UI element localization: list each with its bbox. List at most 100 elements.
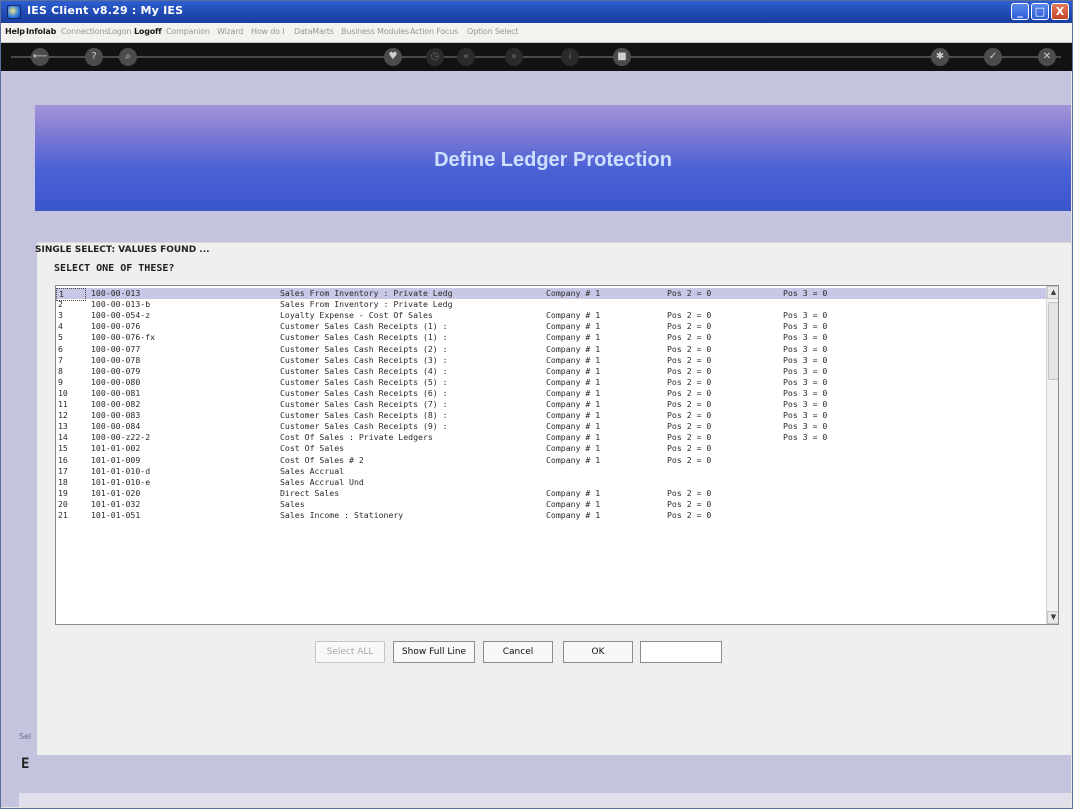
row-company: Company # 1 — [546, 310, 601, 321]
row-pos2: Pos 2 = 0 — [667, 421, 712, 432]
row-company: Company # 1 — [546, 387, 601, 398]
row-pos3: Pos 3 = 0 — [783, 376, 828, 387]
select-all-button[interactable]: Select ALL — [315, 641, 385, 663]
menu-wizard[interactable]: Wizard — [217, 27, 243, 36]
row-pos3: Pos 3 = 0 — [783, 399, 828, 409]
list-scrollbar[interactable]: ▲ ▼ — [1046, 286, 1058, 624]
menu-companion[interactable]: Companion — [166, 27, 210, 36]
row-code: 100-00-078 — [91, 354, 141, 365]
values-list[interactable]: 1 100-00-013 Sales From Inventory : Privat… — [55, 285, 1059, 625]
row-code: 101-01-010-d — [91, 465, 151, 476]
stop-icon[interactable]: ■ — [613, 48, 631, 66]
close-icon[interactable]: ✕ — [1038, 48, 1056, 66]
row-code: 101-01-010-e — [91, 476, 151, 487]
row-desc: Sales Income : Stationery — [280, 510, 404, 520]
row-desc: Customer Sales Cash Receipts (3) : — [280, 354, 448, 365]
menu-business-modules[interactable]: Business Modules — [341, 27, 409, 36]
list-row[interactable]: 14 100-00-z22-2 Cost Of Sales : Private Le… — [56, 432, 1046, 443]
row-desc: Sales From Inventory : Private Ledg — [280, 299, 453, 310]
row-company: Company # 1 — [546, 399, 601, 409]
list-row[interactable]: 10 100-00-081 Customer Sales Cash Receipts… — [56, 388, 1046, 399]
heart-icon[interactable]: ♥ — [384, 48, 402, 66]
row-desc: Sales — [280, 498, 305, 509]
row-pos2: Pos 2 = 0 — [667, 510, 712, 520]
window-title: IES Client v8.29 : My IES — [27, 4, 184, 17]
row-num: 12 — [58, 410, 68, 421]
list-row[interactable]: 8 100-00-079 Customer Sales Cash Receipts … — [56, 366, 1046, 377]
list-row[interactable]: 20 101-01-032 Sales Company # 1 Pos 2 = 0 — [56, 499, 1046, 510]
settings-icon[interactable]: ✱ — [931, 48, 949, 66]
back-arrow-icon[interactable]: ⟵ — [31, 48, 49, 66]
list-row[interactable]: 21 101-01-051 Sales Income : Stationery Com… — [56, 510, 1046, 521]
filter-input[interactable] — [640, 641, 722, 663]
list-row[interactable]: 5 100-00-076-fx Customer Sales Cash Receip… — [56, 332, 1046, 343]
menu-logon[interactable]: Logon — [108, 27, 131, 36]
row-company: Company # 1 — [546, 487, 601, 498]
check-icon[interactable]: ✓ — [984, 48, 1002, 66]
menu-action-focus[interactable]: Action Focus — [410, 27, 458, 36]
ok-button[interactable]: OK — [563, 641, 633, 663]
row-num: 9 — [58, 376, 63, 387]
help-icon[interactable]: ? — [85, 48, 103, 66]
row-desc: Cost Of Sales — [280, 443, 345, 454]
row-num: 8 — [58, 365, 63, 376]
row-num: 17 — [58, 465, 68, 476]
search-icon[interactable]: ⌕ — [119, 48, 137, 66]
menu-how-do-i[interactable]: How do I — [251, 27, 284, 36]
row-code: 100-00-079 — [91, 365, 141, 376]
scroll-down-button[interactable]: ▼ — [1047, 611, 1058, 624]
list-row[interactable]: 19 101-01-020 Direct Sales Company # 1 Pos 2… — [56, 488, 1046, 499]
show-full-line-button[interactable]: Show Full Line — [393, 641, 475, 663]
list-row[interactable]: 4 100-00-076 Customer Sales Cash Receipts … — [56, 321, 1046, 332]
list-row[interactable]: 11 100-00-082 Customer Sales Cash Receipts… — [56, 399, 1046, 410]
row-num: 20 — [58, 498, 68, 509]
info-icon[interactable]: i — [561, 48, 579, 66]
list-row[interactable]: 2 100-00-013-b Sales From Inventory : Priv… — [56, 299, 1046, 310]
list-row[interactable]: 7 100-00-078 Customer Sales Cash Receipts … — [56, 355, 1046, 366]
row-pos2: Pos 2 = 0 — [667, 354, 712, 365]
row-company: Company # 1 — [546, 332, 601, 343]
row-company: Company # 1 — [546, 343, 601, 354]
menu-infolab[interactable]: Infolab — [26, 27, 56, 36]
row-code: 100-00-083 — [91, 410, 141, 421]
list-row[interactable]: 3 100-00-054-z Loyalty Expense - Cost Of S… — [56, 310, 1046, 321]
menu-datamarts[interactable]: DataMarts — [294, 27, 334, 36]
row-desc: Cost Of Sales # 2 — [280, 454, 364, 465]
row-desc: Customer Sales Cash Receipts (1) : — [280, 321, 448, 332]
row-pos2: Pos 2 = 0 — [667, 410, 712, 421]
row-company: Company # 1 — [546, 421, 601, 432]
list-row[interactable]: 15 101-01-002 Cost Of Sales Company # 1 Pos … — [56, 443, 1046, 454]
row-code: 101-01-051 — [91, 510, 141, 520]
row-desc: Customer Sales Cash Receipts (9) : — [280, 421, 448, 432]
row-num: 10 — [58, 387, 68, 398]
list-row[interactable]: 13 100-00-084 Customer Sales Cash Receipts… — [56, 421, 1046, 432]
list-row[interactable]: 17 101-01-010-d Sales Accrual — [56, 466, 1046, 477]
maximize-button[interactable]: □ — [1031, 3, 1049, 20]
row-num: 13 — [58, 421, 68, 432]
menu-option-select[interactable]: Option Select — [467, 27, 519, 36]
clock-icon[interactable]: ◷ — [426, 48, 444, 66]
row-code: 100-00-082 — [91, 399, 141, 409]
cancel-button[interactable]: Cancel — [483, 641, 553, 663]
menu-logoff[interactable]: Logoff — [134, 27, 162, 36]
row-num: 14 — [58, 432, 68, 443]
row-pos3: Pos 3 = 0 — [783, 387, 828, 398]
scroll-thumb[interactable] — [1048, 302, 1058, 380]
list-row[interactable]: 18 101-01-010-e Sales Accrual Und — [56, 477, 1046, 488]
menu-help[interactable]: Help — [5, 27, 25, 36]
section-label: Sel — [19, 732, 32, 741]
minimize-button[interactable]: _ — [1011, 3, 1029, 20]
list-row[interactable]: 6 100-00-077 Customer Sales Cash Receipts … — [56, 344, 1046, 355]
forward-icon[interactable]: » — [505, 48, 523, 66]
scroll-up-button[interactable]: ▲ — [1047, 286, 1058, 299]
row-desc: Customer Sales Cash Receipts (6) : — [280, 387, 448, 398]
list-row[interactable]: 9 100-00-080 Customer Sales Cash Receipts … — [56, 377, 1046, 388]
close-window-button[interactable]: X — [1051, 3, 1069, 20]
row-code: 100-00-084 — [91, 421, 141, 432]
rewind-icon[interactable]: « — [457, 48, 475, 66]
menu-connections[interactable]: Connections — [61, 27, 108, 36]
list-row[interactable]: 16 101-01-009 Cost Of Sales # 2 Company # 1… — [56, 455, 1046, 466]
row-code: 100-00-077 — [91, 343, 141, 354]
list-row[interactable]: 1 100-00-013 Sales From Inventory : Privat… — [56, 288, 1046, 301]
list-row[interactable]: 12 100-00-083 Customer Sales Cash Receipts… — [56, 410, 1046, 421]
